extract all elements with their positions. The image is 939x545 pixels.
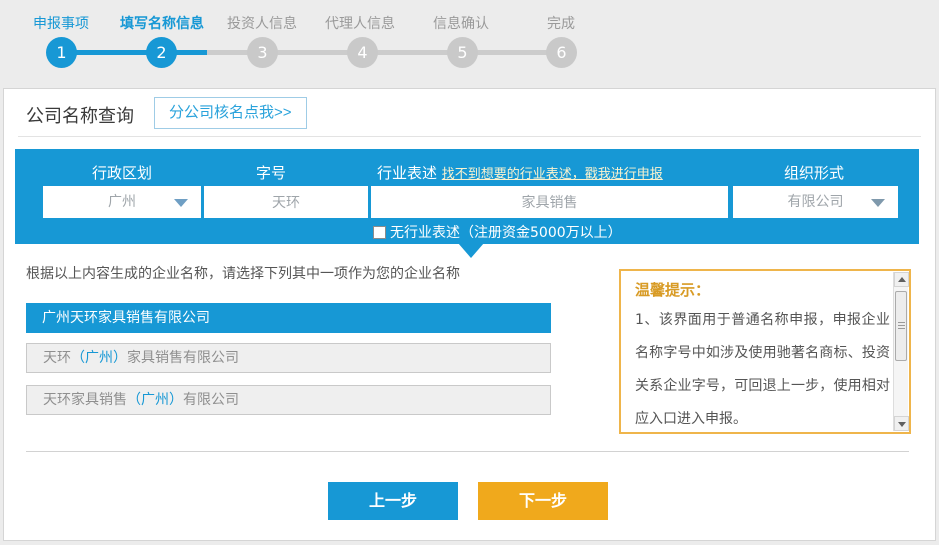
region-label: 行政区划: [92, 162, 152, 183]
name-option-2[interactable]: 天环（广州）家具销售有限公司: [26, 343, 551, 373]
no-industry-row: 无行业表述（注册资金5000万以上）: [373, 222, 622, 242]
industry-label: 行业表述 找不到想要的行业表述，戳我进行申报: [377, 162, 663, 183]
step-circle-2: 2: [146, 37, 177, 68]
chevron-down-icon: [871, 199, 885, 207]
industry-input[interactable]: [371, 186, 728, 218]
region-select[interactable]: 广州: [43, 186, 201, 218]
tips-scrollbar[interactable]: [893, 272, 908, 431]
name-instruction: 根据以上内容生成的企业名称，请选择下列其中一项作为您的企业名称: [26, 263, 460, 283]
step-circle-3: 3: [247, 37, 278, 68]
scroll-up-button[interactable]: [894, 272, 909, 287]
stepper-progress: [61, 50, 207, 55]
trade-name-label: 字号: [256, 162, 286, 183]
org-form-select[interactable]: 有限公司: [733, 186, 898, 218]
no-industry-label: 无行业表述（注册资金5000万以上）: [390, 222, 622, 242]
step-circle-1: 1: [46, 37, 77, 68]
org-form-label: 组织形式: [784, 162, 844, 183]
triangle-down-icon: [898, 422, 906, 427]
no-industry-checkbox[interactable]: [373, 226, 386, 239]
name-option-1[interactable]: 广州天环家具销售有限公司: [26, 303, 551, 333]
wizard-stepper: 申报事项 填写名称信息 投资人信息 代理人信息 信息确认 完成 1 2 3 4 …: [0, 0, 939, 88]
main-panel: 公司名称查询 分公司核名点我>> 行政区划 字号 行业表述 找不到想要的行业表述…: [3, 88, 936, 541]
next-step-button[interactable]: 下一步: [478, 482, 608, 520]
thumb-grip-icon: [898, 322, 905, 323]
industry-not-found-link[interactable]: 找不到想要的行业表述，戳我进行申报: [442, 167, 663, 182]
tips-item-1: 1、该界面用于普通名称申报，申报企业名称字号中如涉及使用驰著名商标、投资关系企业…: [635, 304, 890, 432]
branch-name-check-button[interactable]: 分公司核名点我>>: [154, 97, 307, 129]
trade-name-input[interactable]: [204, 186, 368, 218]
prev-step-button[interactable]: 上一步: [328, 482, 458, 520]
header-divider: [18, 136, 921, 137]
scroll-down-button[interactable]: [894, 416, 909, 431]
tips-panel: 温馨提示： 1、该界面用于普通名称申报，申报企业名称字号中如涉及使用驰著名商标、…: [619, 269, 911, 434]
step-circle-6: 6: [546, 37, 577, 68]
footer-divider: [26, 451, 909, 452]
triangle-up-icon: [898, 277, 906, 282]
step-circle-4: 4: [347, 37, 378, 68]
chevron-down-icon: [174, 199, 188, 207]
step-circle-5: 5: [447, 37, 478, 68]
name-query-bar: 行政区划 字号 行业表述 找不到想要的行业表述，戳我进行申报 组织形式 广州 有…: [15, 149, 919, 244]
scrollbar-thumb[interactable]: [895, 291, 907, 361]
bar-pointer-arrow-icon: [458, 243, 484, 258]
page-title: 公司名称查询: [26, 102, 134, 128]
name-option-3[interactable]: 天环家具销售（广州）有限公司: [26, 385, 551, 415]
step-label-6: 完成: [491, 13, 631, 33]
tips-title: 温馨提示：: [635, 279, 890, 300]
